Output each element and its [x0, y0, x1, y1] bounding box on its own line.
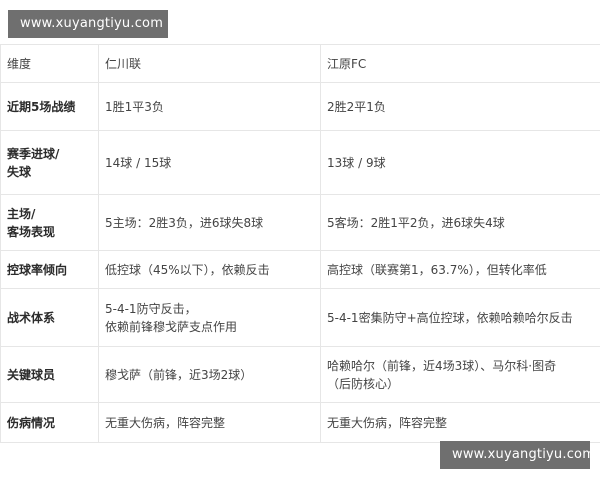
table-row: 近期5场战绩 1胜1平3负 2胜2平1负: [0, 82, 600, 131]
watermark-bottom: www.xuyangtiyu.com: [440, 441, 595, 469]
table-header-row: 维度 仁川联 江原FC: [0, 44, 600, 83]
row-value-team-b: 2胜2平1负: [320, 82, 600, 131]
row-value-team-b: 5-4-1密集防守+高位控球，依赖哈赖哈尔反击: [320, 288, 600, 347]
row-value-team-a: 无重大伤病，阵容完整: [98, 402, 321, 443]
row-label: 伤病情况: [0, 402, 99, 443]
row-value-team-a: 5-4-1防守反击， 依赖前锋穆戈萨支点作用: [98, 288, 321, 347]
row-value-team-a: 穆戈萨（前锋，近3场2球）: [98, 346, 321, 403]
row-label: 近期5场战绩: [0, 82, 99, 131]
table-row: 主场/客场表现 5主场：2胜3负，进6球失8球 5客场：2胜1平2负，进6球失4…: [0, 194, 600, 251]
header-dimension: 维度: [0, 44, 99, 83]
row-label: 主场/客场表现: [0, 194, 99, 251]
row-value-team-b: 5客场：2胜1平2负，进6球失4球: [320, 194, 600, 251]
row-value-team-a: 5主场：2胜3负，进6球失8球: [98, 194, 321, 251]
header-team-a: 仁川联: [98, 44, 321, 83]
table-row: 控球率倾向 低控球（45%以下），依赖反击 高控球（联赛第1，63.7%），但转…: [0, 250, 600, 289]
row-value-team-b: 无重大伤病，阵容完整: [320, 402, 600, 443]
row-value-team-a: 1胜1平3负: [98, 82, 321, 131]
watermark-top: www.xuyangtiyu.com: [8, 10, 168, 38]
table-row: 关键球员 穆戈萨（前锋，近3场2球） 哈赖哈尔（前锋，近4场3球）、马尔科·图奇…: [0, 346, 600, 403]
row-label: 赛季进球/失球: [0, 130, 99, 195]
row-value-team-b: 13球 / 9球: [320, 130, 600, 195]
row-value-team-a: 14球 / 15球: [98, 130, 321, 195]
row-label: 战术体系: [0, 288, 99, 347]
row-label: 控球率倾向: [0, 250, 99, 289]
table-row: 伤病情况 无重大伤病，阵容完整 无重大伤病，阵容完整: [0, 402, 600, 443]
row-value-team-a: 低控球（45%以下），依赖反击: [98, 250, 321, 289]
comparison-table: 维度 仁川联 江原FC 近期5场战绩 1胜1平3负 2胜2平1负 赛季进球/失球…: [0, 44, 600, 443]
header-team-b: 江原FC: [320, 44, 600, 83]
table-row: 赛季进球/失球 14球 / 15球 13球 / 9球: [0, 130, 600, 195]
row-label: 关键球员: [0, 346, 99, 403]
row-value-team-b: 高控球（联赛第1，63.7%），但转化率低: [320, 250, 600, 289]
row-value-team-b: 哈赖哈尔（前锋，近4场3球）、马尔科·图奇 （后防核心）: [320, 346, 600, 403]
table-row: 战术体系 5-4-1防守反击， 依赖前锋穆戈萨支点作用 5-4-1密集防守+高位控…: [0, 288, 600, 347]
